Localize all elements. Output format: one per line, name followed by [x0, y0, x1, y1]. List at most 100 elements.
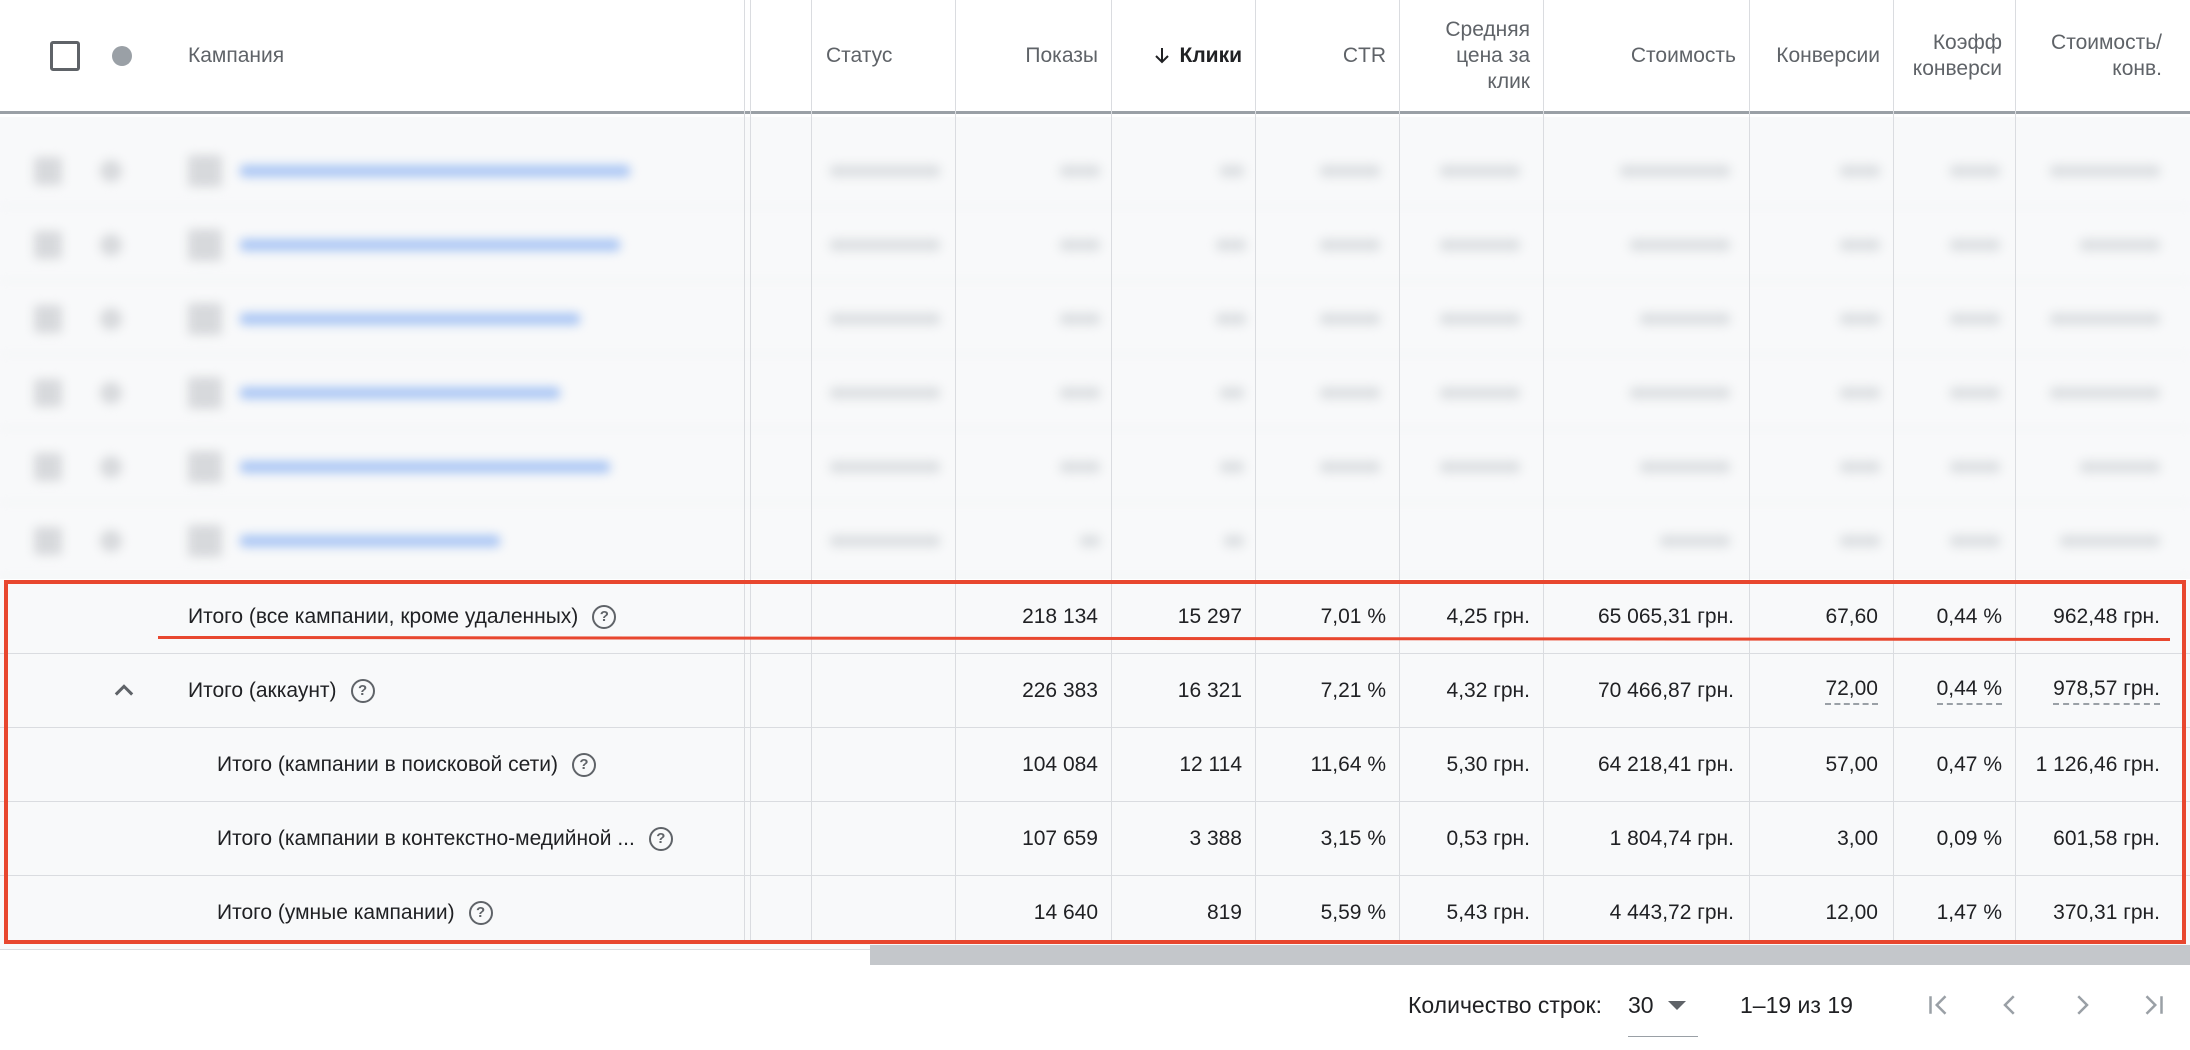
help-circle-icon[interactable]: ?	[592, 605, 617, 629]
impressions-value: 104 084	[1022, 753, 1098, 776]
totals-label-cell: Итого (аккаунт) ?	[188, 654, 375, 728]
help-circle-icon[interactable]: ?	[571, 753, 596, 777]
col-status-label: Статус	[826, 43, 893, 67]
help-circle-icon[interactable]: ?	[648, 827, 673, 851]
clicks-value: 12 114	[1179, 753, 1242, 776]
first-page-icon	[1929, 995, 1947, 1015]
last-page-button[interactable]	[2134, 985, 2174, 1025]
clicks-value: 15 297	[1177, 605, 1242, 628]
totals-label: Итого (все кампании, кроме удаленных)	[188, 605, 579, 628]
col-ctr[interactable]: CTR	[1256, 0, 1400, 111]
col-clicks-label: Клики	[1179, 43, 1243, 67]
ctr-value: 7,01 %	[1320, 605, 1386, 628]
conversions-value[interactable]: 72,00	[1825, 677, 1878, 705]
impressions-value: 107 659	[1022, 827, 1098, 850]
select-all-checkbox[interactable]	[50, 40, 80, 71]
select-all-cell	[36, 0, 106, 111]
table-row	[0, 503, 2190, 577]
table-row	[0, 133, 2190, 207]
totals-row-smart: Итого (умные кампании) ? 14 640 819 5,59…	[0, 876, 2190, 950]
column-divider	[2015, 0, 2016, 944]
col-avg-cpc[interactable]: Средняя цена за клик	[1400, 0, 1544, 111]
next-page-button[interactable]	[2062, 985, 2102, 1025]
col-impressions-label: Показы	[1025, 43, 1098, 67]
horizontal-scrollbar[interactable]	[870, 945, 2190, 965]
column-divider	[955, 0, 956, 944]
column-divider	[1543, 0, 1544, 944]
rows-per-page-value: 30	[1628, 992, 1654, 1018]
col-conversions[interactable]: Конверсии	[1750, 0, 1894, 111]
totals-label: Итого (аккаунт)	[188, 679, 337, 702]
avg-cpc-value: 0,53 грн.	[1446, 827, 1530, 850]
table-row	[0, 429, 2190, 503]
conversions-cell: 72,00	[1750, 654, 1878, 728]
pagination-footer: Количество строк: 30 1–19 из 19	[0, 975, 2190, 1050]
col-campaign-label: Кампания	[188, 43, 285, 67]
totals-label: Итого (умные кампании)	[217, 901, 455, 924]
impressions-value: 218 134	[1022, 605, 1098, 628]
col-conv-rate-line1: Коэфф	[1932, 30, 2002, 54]
page-range: 1–19 из 19	[1740, 991, 1853, 1018]
ctr-value: 7,21 %	[1320, 679, 1386, 702]
col-conv-rate[interactable]: Коэфф конверси	[1894, 0, 2016, 111]
cost-per-conv-value: 370,31 грн.	[2053, 901, 2160, 924]
totals-label: Итого (кампании в контекстно-медийной ..…	[217, 827, 635, 850]
column-divider	[1399, 0, 1400, 944]
col-conv-rate-line2: конверси	[1912, 56, 2002, 80]
chevron-left-icon	[2003, 995, 2015, 1015]
totals-row-all-except-deleted: Итого (все кампании, кроме удаленных) ? …	[0, 580, 2190, 654]
first-page-button[interactable]	[1918, 985, 1958, 1025]
totals-row-search: Итого (кампании в поисковой сети) ? 104 …	[0, 728, 2190, 802]
column-divider	[811, 0, 812, 944]
totals-label: Итого (кампании в поисковой сети)	[217, 753, 558, 776]
prev-page-button[interactable]	[1990, 985, 2030, 1025]
totals-label-cell: Итого (кампании в контекстно-медийной ..…	[217, 802, 673, 876]
conv-rate-value: 0,44 %	[1936, 605, 2002, 628]
cost-per-conv-value: 1 126,46 грн.	[2035, 753, 2160, 776]
help-circle-icon[interactable]: ?	[468, 901, 493, 925]
col-status[interactable]: Статус	[812, 0, 956, 111]
column-divider	[1749, 0, 1750, 944]
conv-rate-value: 0,09 %	[1936, 827, 2002, 850]
conv-rate-cell: 0,44 %	[1894, 654, 2002, 728]
conv-rate-value[interactable]: 0,44 %	[1936, 677, 2002, 705]
status-dot-icon[interactable]	[112, 45, 132, 66]
conversions-value: 57,00	[1825, 753, 1878, 776]
column-divider	[750, 0, 751, 944]
cost-value: 4 443,72 грн.	[1609, 901, 1734, 924]
collapse-toggle[interactable]	[110, 654, 138, 728]
table-header: Кампания Статус Показы Клики CTR Средняя…	[0, 0, 2190, 114]
col-avg-cpc-line2: цена за	[1456, 43, 1530, 67]
col-cost-per-conv[interactable]: Стоимость/ конв.	[2016, 0, 2176, 111]
col-campaign[interactable]: Кампания	[174, 0, 744, 111]
col-clicks[interactable]: Клики	[1112, 0, 1256, 111]
avg-cpc-value: 4,32 грн.	[1446, 679, 1530, 702]
column-divider	[744, 0, 745, 944]
cost-per-conv-value[interactable]: 978,57 грн.	[2053, 677, 2160, 705]
rows-per-page-label: Количество строк:	[1408, 991, 1602, 1018]
status-dot-header	[98, 0, 148, 111]
ctr-value: 5,59 %	[1320, 901, 1386, 924]
conv-rate-value: 1,47 %	[1936, 901, 2002, 924]
last-page-icon	[2145, 995, 2163, 1015]
col-cost-label: Стоимость	[1630, 43, 1736, 67]
impressions-value: 226 383	[1022, 679, 1098, 702]
col-cost[interactable]: Стоимость	[1544, 0, 1750, 111]
col-ctr-label: CTR	[1342, 43, 1386, 67]
column-divider	[1893, 0, 1894, 944]
totals-row-account: Итого (аккаунт) ? 226 383 16 321 7,21 % …	[0, 654, 2190, 728]
conversions-value: 67,60	[1825, 605, 1878, 628]
cost-value: 65 065,31 грн.	[1597, 605, 1734, 628]
clicks-value: 3 388	[1189, 827, 1242, 850]
clicks-value: 16 321	[1177, 679, 1242, 702]
column-divider	[1111, 0, 1112, 944]
cost-per-conv-value: 962,48 грн.	[2053, 605, 2160, 628]
col-impressions[interactable]: Показы	[956, 0, 1112, 111]
help-circle-icon[interactable]: ?	[350, 679, 375, 703]
chevron-up-icon[interactable]	[110, 677, 138, 705]
totals-row-display: Итого (кампании в контекстно-медийной ..…	[0, 802, 2190, 876]
cost-per-conv-cell: 978,57 грн.	[2016, 654, 2160, 728]
cost-per-conv-value: 601,58 грн.	[2053, 827, 2160, 850]
conversions-value: 3,00	[1837, 827, 1878, 850]
rows-per-page-select[interactable]: 30	[1628, 975, 1698, 1037]
